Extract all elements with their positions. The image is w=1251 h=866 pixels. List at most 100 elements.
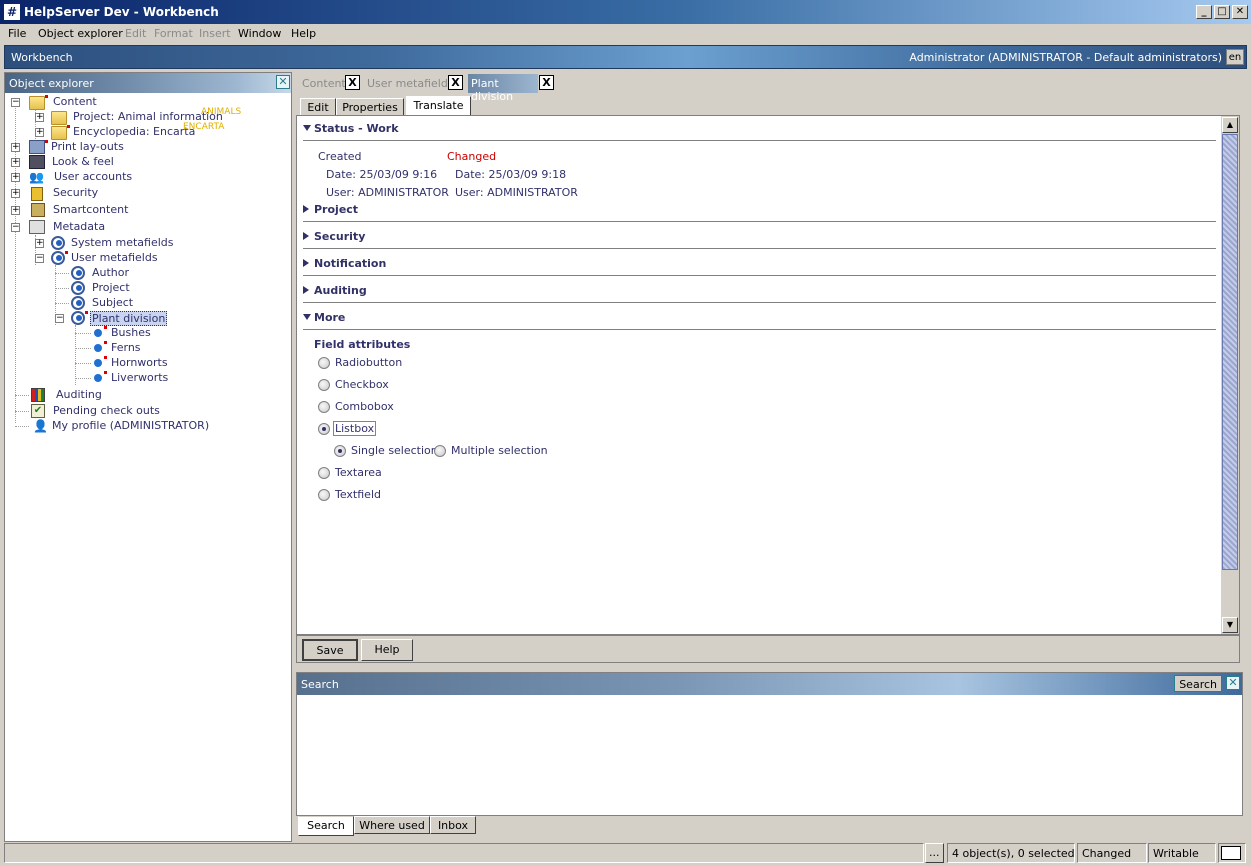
tree-node-smartcontent[interactable]: + Smartcontent [5,203,285,218]
radio-textfield[interactable] [318,489,330,501]
maximize-button[interactable]: □ [1214,5,1230,19]
network-icon [1218,843,1246,863]
tree-node-encyclopedia[interactable]: + Encyclopedia: Encarta ENCARTA [5,122,285,140]
editor-content: Status - Work Created Changed Date: 25/0… [296,115,1240,635]
collapse-icon[interactable]: − [11,223,20,232]
changed-label: Changed [447,150,497,163]
radio-combobox[interactable] [318,401,330,413]
close-icon[interactable]: ✕ [276,75,290,89]
menu-window[interactable]: Window [238,27,281,40]
close-button[interactable]: ✕ [1232,5,1248,19]
expand-icon[interactable]: + [11,158,20,167]
radio-radiobutton[interactable] [318,357,330,369]
status-more-button[interactable]: ... [925,843,944,863]
tree-node-ferns[interactable]: Ferns [5,341,285,356]
textfield-label: Textfield [335,488,381,501]
expand-arrow-icon [303,286,309,294]
tab-inbox[interactable]: Inbox [430,816,476,834]
tab-properties[interactable]: Properties [336,98,404,116]
menu-file[interactable]: File [8,27,26,40]
tab-user-metafields[interactable]: User metafields [367,74,454,93]
close-icon[interactable]: ✕ [1226,676,1240,690]
tree-node-user-metafields[interactable]: − User metafields [5,251,285,266]
section-project[interactable]: Project [303,203,503,219]
tree-node-hornworts[interactable]: Hornworts [5,356,285,371]
field-attributes-title: Field attributes [314,338,411,351]
textarea-label: Textarea [335,466,382,479]
section-status[interactable]: Status - Work [303,122,503,138]
tree-node-auditing[interactable]: Auditing [5,388,285,403]
vertical-scrollbar[interactable]: ▲ ▼ [1221,116,1239,634]
chart-icon [31,388,45,402]
tree-node-security[interactable]: + Security [5,186,285,201]
tree-node-metadata[interactable]: − Metadata [5,220,285,235]
tree-node-user-accounts[interactable]: + 👥 User accounts [5,170,285,185]
window-titlebar: # HelpServer Dev - Workbench _ □ ✕ [0,0,1251,24]
expand-arrow-icon [303,259,309,267]
section-auditing[interactable]: Auditing [303,284,503,300]
save-button[interactable]: Save [302,639,358,661]
tree-node-bushes[interactable]: Bushes [5,326,285,341]
section-notification[interactable]: Notification [303,257,503,273]
collapse-icon[interactable]: − [35,254,44,263]
users-icon: 👥 [29,170,44,184]
tree-node-print-layouts[interactable]: + Print lay-outs [5,140,285,155]
scroll-down-icon[interactable]: ▼ [1222,617,1238,633]
tab-search[interactable]: Search [298,816,354,836]
menu-insert[interactable]: Insert [199,27,231,40]
section-more[interactable]: More [303,311,503,327]
tree-node-author[interactable]: Author [5,266,285,281]
expand-icon[interactable]: + [35,113,44,122]
tab-content[interactable]: Content [302,74,346,93]
scroll-up-icon[interactable]: ▲ [1222,117,1238,133]
collapse-icon[interactable]: − [55,314,64,323]
created-date: Date: 25/03/09 9:16 [326,168,438,181]
section-security[interactable]: Security [303,230,503,246]
expand-icon[interactable]: + [11,143,20,152]
expand-icon[interactable]: + [35,239,44,248]
expand-icon[interactable]: + [35,128,44,137]
tree-node-system-metafields[interactable]: + System metafields [5,236,285,251]
radio-single-selection[interactable] [334,445,346,457]
language-selector[interactable]: en [1226,49,1244,65]
expand-icon[interactable]: + [11,173,20,182]
multiple-selection-label: Multiple selection [451,444,548,457]
minimize-button[interactable]: _ [1196,5,1212,19]
value-icon [94,374,102,382]
expand-icon[interactable]: + [11,206,20,215]
collapse-icon[interactable]: − [11,98,20,107]
tree-node-look-feel[interactable]: + Look & feel [5,155,285,170]
tab-where-used[interactable]: Where used [354,816,430,834]
tab-edit[interactable]: Edit [300,98,336,116]
radio-multiple-selection[interactable] [434,445,446,457]
status-bar: ... 4 object(s), 0 selected Changed Writ… [0,842,1251,866]
value-icon [94,329,102,337]
menu-edit[interactable]: Edit [125,27,146,40]
help-button[interactable]: Help [361,639,413,661]
tree-node-my-profile[interactable]: 👤 My profile (ADMINISTRATOR) [5,419,285,434]
tree-node-project-animal[interactable]: + Project: Animal information ANIMALS [5,107,285,125]
single-selection-label: Single selection [351,444,438,457]
tab-translate[interactable]: Translate [406,96,471,116]
menu-object-explorer[interactable]: Object explorer [38,27,123,40]
tree-node-plant-division[interactable]: − Plant division [5,311,285,326]
search-button[interactable]: Search [1174,675,1222,692]
tree-node-project[interactable]: Project [5,281,285,296]
close-tab-icon[interactable]: X [345,75,360,90]
expand-icon[interactable]: + [11,189,20,198]
scrollbar-thumb[interactable] [1222,134,1238,570]
tree-node-subject[interactable]: Subject [5,296,285,311]
tree-node-content[interactable]: − Content [5,95,285,110]
document-tabs: Content X User metafields X Plant divisi… [296,72,1247,103]
radio-checkbox[interactable] [318,379,330,391]
smartcontent-icon [31,203,45,217]
menu-format[interactable]: Format [154,27,193,40]
menu-help[interactable]: Help [291,27,316,40]
close-tab-icon[interactable]: X [539,75,554,90]
close-tab-icon[interactable]: X [448,75,463,90]
radio-listbox[interactable] [318,423,330,435]
tree-node-pending[interactable]: ✔ Pending check outs [5,404,285,419]
radio-textarea[interactable] [318,467,330,479]
tab-plant-division[interactable]: Plant division [468,74,538,103]
tree-node-liverworts[interactable]: Liverworts [5,371,285,386]
